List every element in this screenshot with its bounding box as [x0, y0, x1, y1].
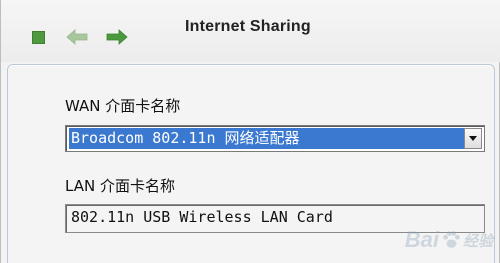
wan-adapter-selected-value: Broadcom 802.11n 网络适配器 — [69, 128, 464, 149]
forward-button[interactable] — [101, 22, 133, 52]
dropdown-arrow-button[interactable] — [464, 128, 482, 149]
paw-icon — [443, 231, 460, 248]
forward-arrow-icon — [106, 29, 128, 45]
toolbar: Internet Sharing — [1, 0, 500, 62]
chevron-down-icon — [469, 136, 477, 141]
watermark-text-left: Bai — [404, 227, 439, 252]
lan-adapter-value: 802.11n USB Wireless LAN Card — [71, 208, 333, 226]
stop-icon — [31, 30, 45, 44]
lan-adapter-label: LAN 介面卡名称 — [65, 177, 175, 195]
back-button[interactable] — [63, 22, 91, 52]
wan-adapter-select[interactable]: Broadcom 802.11n 网络适配器 — [65, 125, 485, 152]
back-arrow-icon — [66, 29, 88, 45]
baidu-watermark: Bai 经验 — [405, 227, 493, 253]
watermark-text-right: 经验 — [462, 232, 493, 250]
internet-sharing-window: Internet Sharing WAN 介面卡名称 Broadcom 802.… — [0, 0, 500, 263]
stop-button[interactable] — [25, 22, 51, 52]
window-title: Internet Sharing — [185, 18, 311, 35]
wan-adapter-label: WAN 介面卡名称 — [65, 97, 181, 115]
